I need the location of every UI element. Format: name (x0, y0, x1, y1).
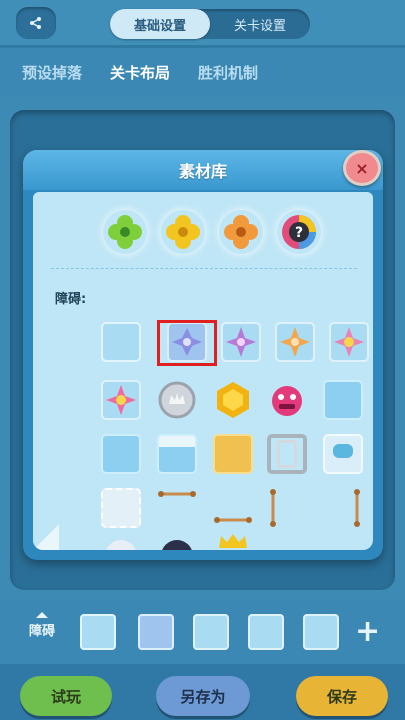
metal-frame-tile[interactable] (267, 434, 307, 474)
green-flower-icon[interactable] (103, 210, 147, 254)
selected-tile-highlight (157, 320, 217, 366)
category-row: ? (103, 210, 321, 254)
palette-orange-star-tile[interactable] (248, 614, 284, 650)
purple-star-tile[interactable] (221, 322, 261, 362)
tab-basic-settings[interactable]: 基础设置 (110, 9, 210, 39)
palette-purple-frost-tile[interactable] (138, 614, 174, 650)
random-question-icon[interactable]: ? (277, 210, 321, 254)
white-blob-tile[interactable] (101, 532, 141, 550)
obstacle-toggle[interactable]: 障碍 (22, 612, 62, 639)
crown-tile[interactable] (213, 532, 253, 550)
palette-ice-tile[interactable] (80, 614, 116, 650)
dialog-body: ? 障碍: (33, 192, 373, 550)
top-bar: 基础设置 关卡设置 (0, 0, 405, 48)
dialog-title: 素材库 (178, 162, 227, 181)
dark-blob-tile[interactable] (157, 532, 197, 550)
close-icon: × (355, 158, 369, 178)
silver-coin-tile[interactable] (157, 380, 197, 420)
orange-flower-icon[interactable] (219, 210, 263, 254)
footer-bar: 试玩 另存为 保存 (0, 664, 405, 720)
palette-mixed-star-tile[interactable] (303, 614, 339, 650)
save-as-button[interactable]: 另存为 (156, 676, 250, 716)
share-icon (30, 17, 41, 29)
try-play-button[interactable]: 试玩 (20, 676, 112, 716)
bone-rope-horizontal-low-tile[interactable] (213, 488, 253, 528)
save-button[interactable]: 保存 (296, 676, 388, 716)
mixed-star-tile[interactable] (329, 322, 369, 362)
material-library-dialog: 素材库 × ? 障碍: (23, 150, 383, 560)
page-curl-decoration (33, 524, 59, 550)
palette-purple-star-tile[interactable] (193, 614, 229, 650)
snow-cloud-tile[interactable] (101, 488, 141, 528)
cloud-ice-tile[interactable] (323, 434, 363, 474)
dialog-header: 素材库 (23, 150, 383, 190)
yellow-flower-icon[interactable] (161, 210, 205, 254)
tab-preset-drops[interactable]: 预设掉落 (22, 62, 82, 83)
ice-block-tile[interactable] (101, 322, 141, 362)
pink-monster-tile[interactable] (267, 380, 307, 420)
orange-star-tile[interactable] (275, 322, 315, 362)
bone-rope-horizontal-tile[interactable] (157, 488, 197, 528)
svg-text:?: ? (295, 225, 303, 241)
settings-segmented-control: 基础设置 关卡设置 (110, 9, 310, 39)
rainbow-star-tile[interactable] (101, 380, 141, 420)
chevron-up-icon (36, 612, 48, 618)
tab-win-conditions[interactable]: 胜利机制 (198, 62, 258, 83)
share-button[interactable] (16, 7, 56, 39)
palette-bar: 障碍 + (0, 600, 405, 664)
divider (51, 268, 357, 269)
tab-level-settings[interactable]: 关卡设置 (210, 9, 310, 39)
close-button[interactable]: × (343, 150, 381, 186)
obstacle-label: 障碍: (55, 292, 87, 307)
obstacle-toggle-label: 障碍 (28, 624, 55, 639)
add-icon[interactable]: + (355, 614, 380, 649)
bone-rope-vertical-tile[interactable] (267, 488, 307, 528)
sub-tabs: 预设掉落 关卡布局 胜利机制 (0, 48, 405, 96)
ice-crack-tile[interactable] (323, 380, 363, 420)
gold-hexagon-tile[interactable] (213, 380, 253, 420)
sand-tile[interactable] (213, 434, 253, 474)
bone-rope-vertical-right-tile[interactable] (323, 488, 363, 528)
tab-level-layout[interactable]: 关卡布局 (110, 62, 170, 83)
snow-ice-tile[interactable] (157, 434, 197, 474)
ice-tile-1[interactable] (101, 434, 141, 474)
